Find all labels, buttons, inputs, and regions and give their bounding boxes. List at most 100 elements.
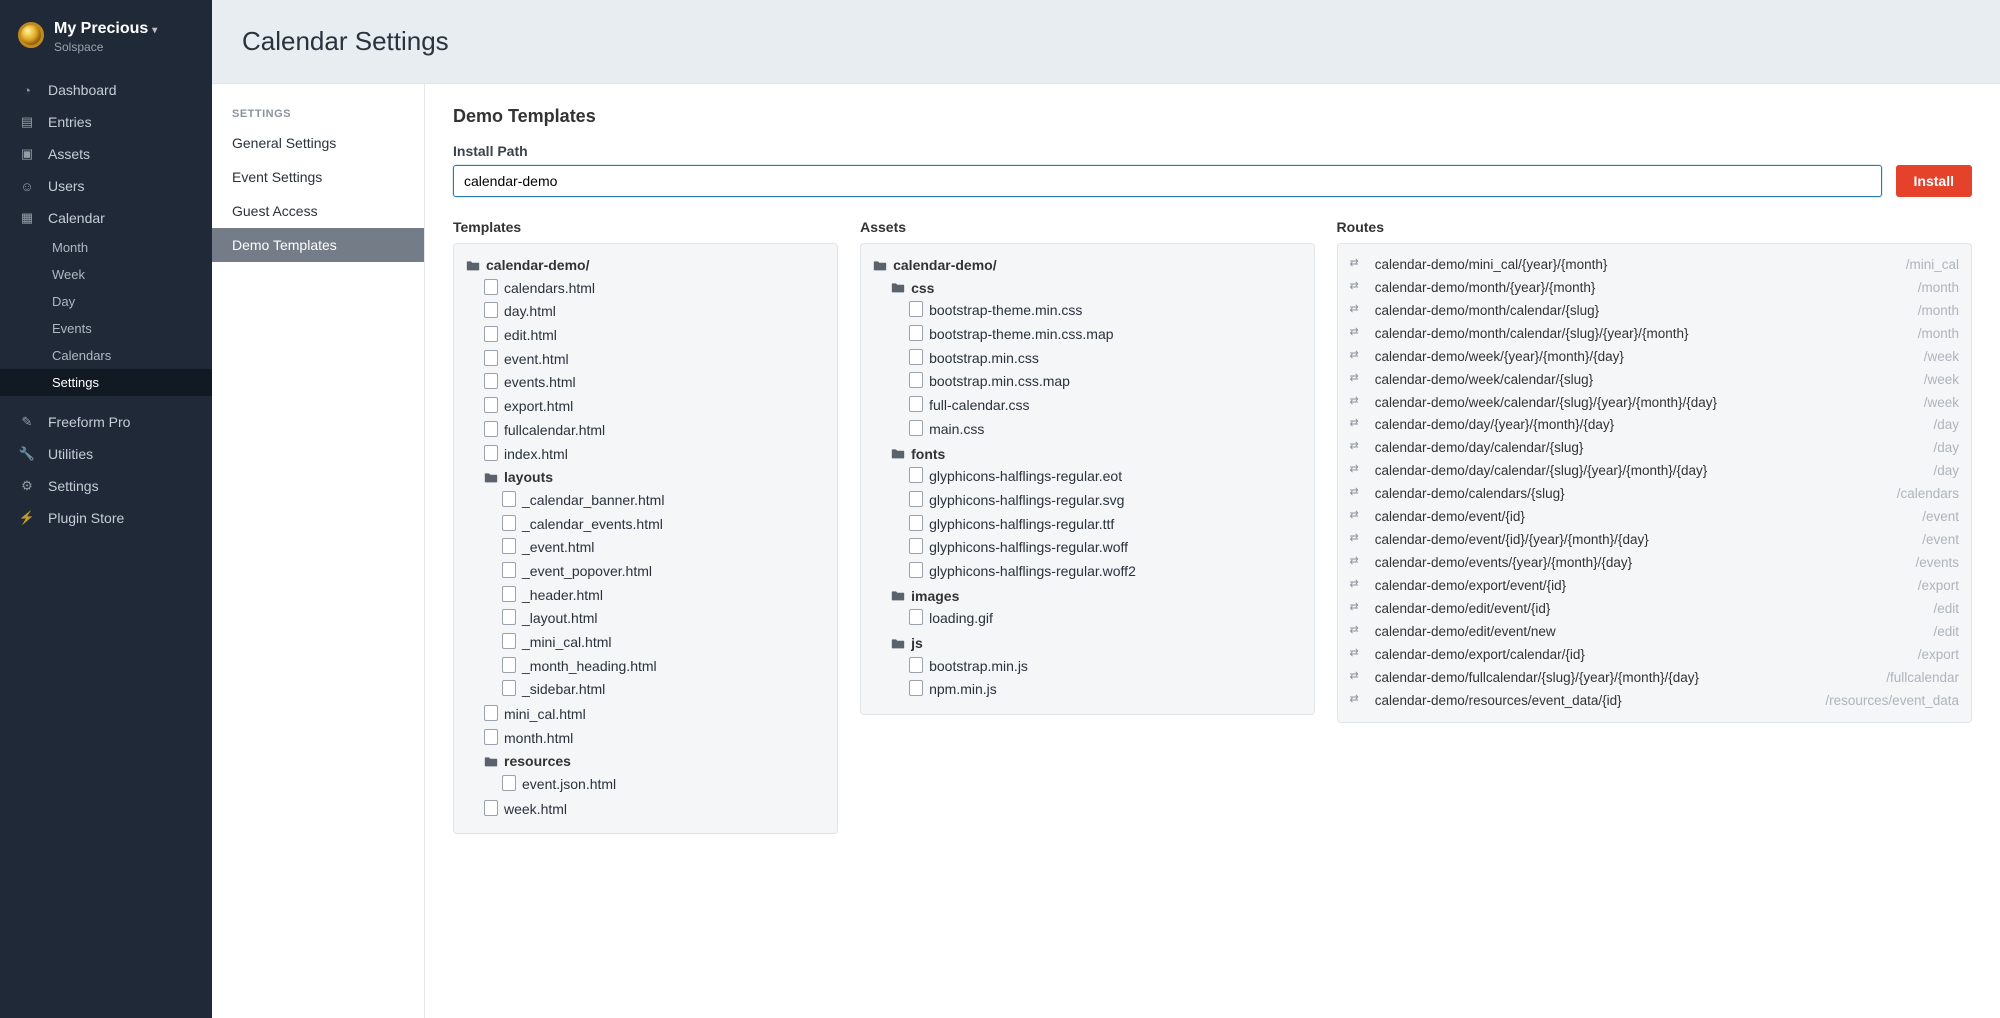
file: export.html <box>484 395 825 419</box>
route-row: calendar-demo/calendars/{slug}/calendars <box>1350 483 1959 506</box>
route-target: /event <box>1922 530 1959 551</box>
nav-item-pluginstore[interactable]: ⚡Plugin Store <box>0 502 212 534</box>
route-row: calendar-demo/mini_cal/{year}/{month}/mi… <box>1350 254 1959 277</box>
site-org: Solspace <box>54 40 157 54</box>
route-path: calendar-demo/events/{year}/{month}/{day… <box>1375 553 1906 574</box>
file: bootstrap-theme.min.css <box>909 299 1301 323</box>
templates-title: Templates <box>453 219 838 235</box>
nav-subitem-week[interactable]: Week <box>0 261 212 288</box>
nav-label: Utilities <box>48 446 93 462</box>
route-row: calendar-demo/month/calendar/{slug}/mont… <box>1350 300 1959 323</box>
route-row: calendar-demo/month/calendar/{slug}/{yea… <box>1350 323 1959 346</box>
folder: calendar-demo/cssbootstrap-theme.min.css… <box>873 254 1301 704</box>
route-path: calendar-demo/event/{id}/{year}/{month}/… <box>1375 530 1912 551</box>
route-row: calendar-demo/event/{id} /event <box>1350 506 1959 529</box>
nav-label: Users <box>48 178 85 194</box>
route-target: /fullcalendar <box>1886 668 1959 689</box>
templates-column: Templates calendar-demo/calendars.htmlda… <box>453 219 838 834</box>
route-row: calendar-demo/week/{year}/{month}/{day}/… <box>1350 346 1959 369</box>
file: npm.min.js <box>909 678 1301 702</box>
clipboard-icon: ✎ <box>18 414 36 430</box>
folder: cssbootstrap-theme.min.cssbootstrap-them… <box>891 277 1301 443</box>
newspaper-icon: ▤ <box>18 114 36 130</box>
page-header: Calendar Settings <box>212 0 2000 83</box>
nav-item-entries[interactable]: ▤Entries <box>0 106 212 138</box>
routes-title: Routes <box>1337 219 1972 235</box>
route-row: calendar-demo/export/calendar/{id}/expor… <box>1350 644 1959 667</box>
nav-subitem-calendars[interactable]: Calendars <box>0 342 212 369</box>
nav-item-assets[interactable]: ▣Assets <box>0 138 212 170</box>
nav-item-freeform[interactable]: ✎Freeform Pro <box>0 406 212 438</box>
sidebar-header[interactable]: My Precious▾ Solspace <box>0 0 212 68</box>
file: bootstrap.min.js <box>909 655 1301 679</box>
file: _event_popover.html <box>502 560 825 584</box>
route-target: /day <box>1933 438 1959 459</box>
file: event.json.html <box>502 773 825 797</box>
route-row: calendar-demo/month/{year}/{month}/month <box>1350 277 1959 300</box>
route-target: /event <box>1922 507 1959 528</box>
assets-panel: calendar-demo/cssbootstrap-theme.min.css… <box>860 243 1314 715</box>
route-target: /month <box>1918 324 1959 345</box>
route-target: /resources/event_data <box>1825 691 1959 712</box>
settings-item-demo[interactable]: Demo Templates <box>212 228 424 262</box>
folder: imagesloading.gif <box>891 585 1301 632</box>
folder: resourcesevent.json.html <box>484 750 825 797</box>
route-target: /day <box>1933 461 1959 482</box>
settings-item-general[interactable]: General Settings <box>212 126 424 160</box>
file: _sidebar.html <box>502 678 825 702</box>
nav-item-settings[interactable]: ⚙Settings <box>0 470 212 502</box>
file: edit.html <box>484 324 825 348</box>
route-target: /day <box>1933 415 1959 436</box>
gauge-icon: ◔ <box>18 83 36 98</box>
file: fullcalendar.html <box>484 419 825 443</box>
file: _calendar_events.html <box>502 513 825 537</box>
primary-nav: ◔Dashboard▤Entries▣Assets☺Users▦Calendar… <box>0 74 212 534</box>
nav-subitem-events[interactable]: Events <box>0 315 212 342</box>
route-path: calendar-demo/month/calendar/{slug} <box>1375 301 1908 322</box>
route-path: calendar-demo/edit/event/{id} <box>1375 599 1924 620</box>
file: glyphicons-halflings-regular.eot <box>909 465 1301 489</box>
file: glyphicons-halflings-regular.svg <box>909 489 1301 513</box>
route-path: calendar-demo/event/{id} <box>1375 507 1912 528</box>
nav-subitem-month[interactable]: Month <box>0 234 212 261</box>
settings-item-guest[interactable]: Guest Access <box>212 194 424 228</box>
nav-label: Plugin Store <box>48 510 124 526</box>
folder: calendar-demo/calendars.htmlday.htmledit… <box>466 254 825 823</box>
route-row: calendar-demo/week/calendar/{slug}/{year… <box>1350 392 1959 415</box>
chevron-down-icon: ▾ <box>152 25 157 36</box>
file: glyphicons-halflings-regular.woff <box>909 536 1301 560</box>
route-row: calendar-demo/day/{year}/{month}/{day}/d… <box>1350 414 1959 437</box>
file: week.html <box>484 798 825 822</box>
route-path: calendar-demo/mini_cal/{year}/{month} <box>1375 255 1896 276</box>
file: loading.gif <box>909 607 1301 631</box>
site-name: My Precious▾ <box>54 20 157 38</box>
route-row: calendar-demo/day/calendar/{slug}/{year}… <box>1350 460 1959 483</box>
settings-item-event[interactable]: Event Settings <box>212 160 424 194</box>
wrench-icon: 🔧 <box>18 446 36 462</box>
main-area: Calendar Settings SETTINGS General Setti… <box>212 0 2000 1018</box>
settings-heading: SETTINGS <box>212 102 424 126</box>
route-path: calendar-demo/export/event/{id} <box>1375 576 1908 597</box>
nav-subitem-day[interactable]: Day <box>0 288 212 315</box>
content-pane: Demo Templates Install Path Install Temp… <box>425 84 2000 1018</box>
page-title: Calendar Settings <box>242 26 1970 57</box>
file: bootstrap.min.css.map <box>909 370 1301 394</box>
install-path-input[interactable] <box>453 165 1882 197</box>
file: _header.html <box>502 584 825 608</box>
route-target: /week <box>1924 370 1959 391</box>
folder: layouts_calendar_banner.html_calendar_ev… <box>484 466 825 703</box>
app-root: My Precious▾ Solspace ◔Dashboard▤Entries… <box>0 0 2000 1018</box>
install-button[interactable]: Install <box>1896 165 1972 197</box>
file: bootstrap.min.css <box>909 347 1301 371</box>
calendar-icon: ▦ <box>18 210 36 226</box>
nav-subitem-settings[interactable]: Settings <box>0 369 212 396</box>
file: _month_heading.html <box>502 655 825 679</box>
nav-item-utilities[interactable]: 🔧 Utilities <box>0 438 212 470</box>
nav-item-calendar[interactable]: ▦Calendar <box>0 202 212 234</box>
nav-item-dashboard[interactable]: ◔Dashboard <box>0 74 212 106</box>
settings-sidebar: SETTINGS General SettingsEvent SettingsG… <box>212 84 425 1018</box>
nav-item-users[interactable]: ☺Users <box>0 170 212 202</box>
file: main.css <box>909 418 1301 442</box>
file: events.html <box>484 371 825 395</box>
primary-sidebar: My Precious▾ Solspace ◔Dashboard▤Entries… <box>0 0 212 1018</box>
